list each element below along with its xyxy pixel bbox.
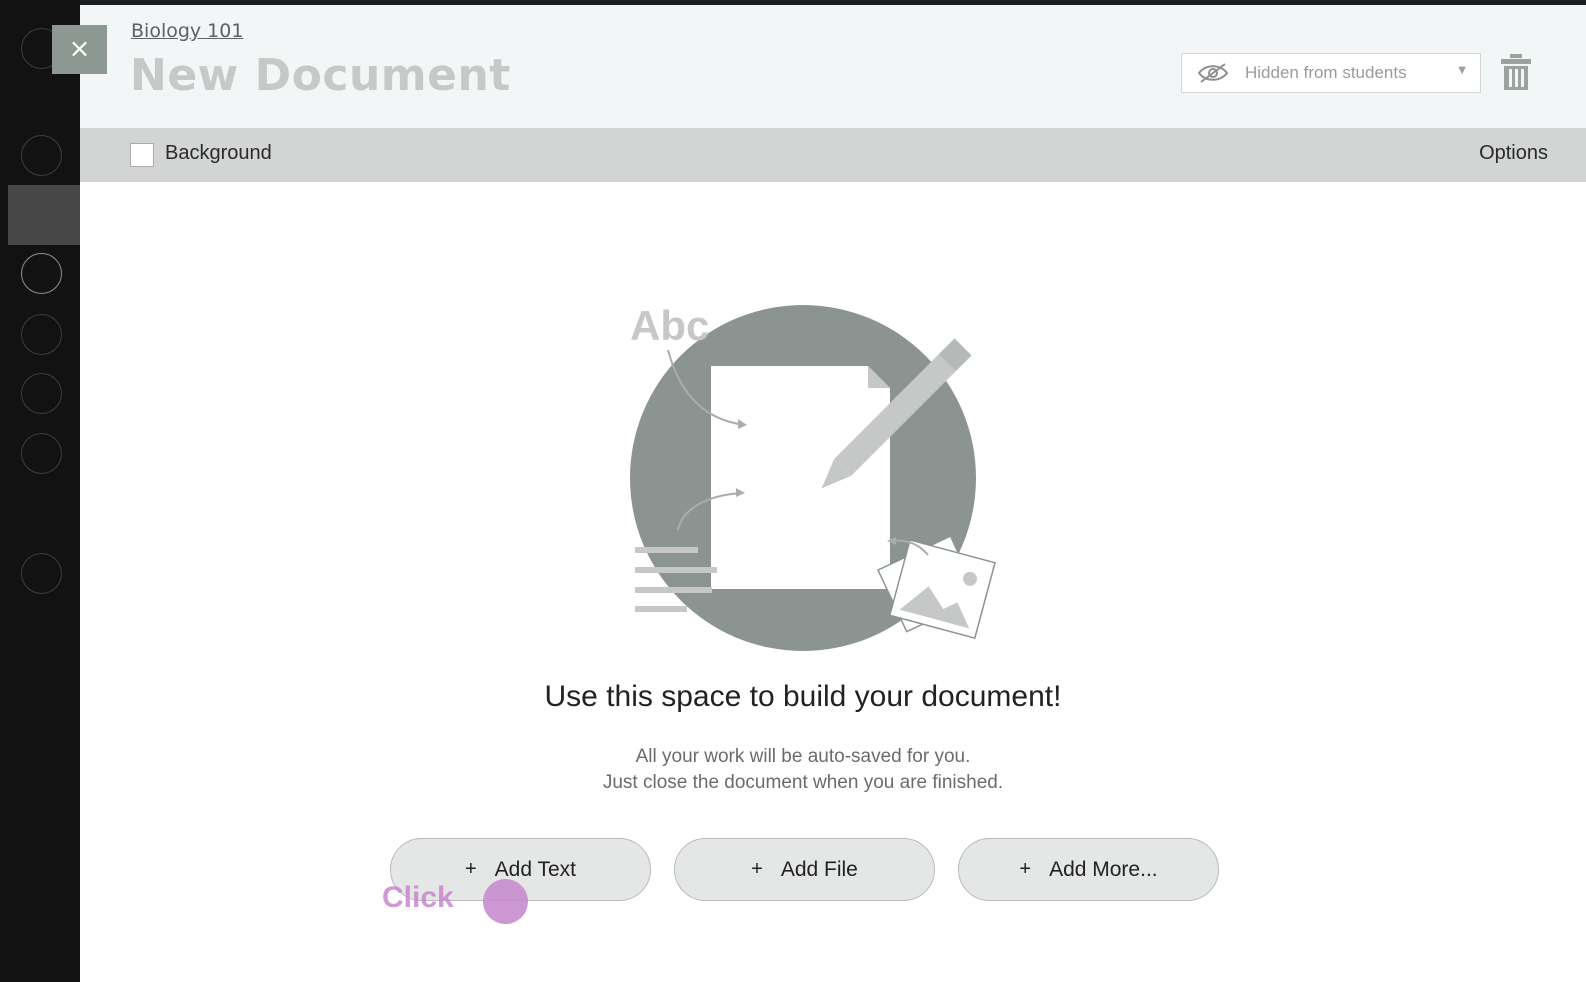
plus-icon: +	[751, 858, 763, 880]
document-toolbar: Background Options	[80, 128, 1586, 182]
trash-icon[interactable]	[1500, 53, 1532, 91]
document-panel: Biology 101 New Document Hidden from stu…	[80, 5, 1586, 982]
add-file-button[interactable]: + Add File	[674, 838, 935, 901]
sidebar-item[interactable]	[21, 553, 62, 594]
sidebar-item[interactable]	[21, 314, 62, 355]
abc-text: Abc	[630, 302, 709, 349]
visibility-label: Hidden from students	[1245, 63, 1407, 82]
sidebar-item[interactable]	[21, 253, 62, 294]
add-more-button[interactable]: + Add More...	[958, 838, 1219, 901]
add-more-label: Add More...	[1049, 857, 1158, 881]
sidebar-item[interactable]	[21, 373, 62, 414]
options-button[interactable]: Options	[1479, 142, 1548, 165]
add-file-label: Add File	[780, 857, 858, 881]
sidebar-item-selected[interactable]	[8, 185, 80, 245]
empty-state-line-1: All your work will be auto-saved for you…	[635, 746, 971, 767]
empty-state-heading: Use this space to build your document!	[544, 680, 1062, 713]
click-indicator	[483, 879, 528, 924]
document-header: Biology 101 New Document Hidden from stu…	[80, 5, 1586, 128]
background-checkbox[interactable]	[130, 143, 154, 167]
plus-icon: +	[464, 858, 477, 880]
close-button[interactable]: ×	[52, 25, 107, 74]
close-icon: ×	[68, 34, 91, 64]
chevron-down-icon: ▼	[1458, 65, 1466, 76]
sidebar	[0, 0, 80, 982]
add-text-label: Add Text	[494, 857, 577, 881]
background-label: Background	[165, 142, 272, 164]
sidebar-item[interactable]	[21, 135, 62, 176]
eye-slash-icon	[1197, 63, 1229, 83]
document-title[interactable]: New Document	[130, 50, 511, 101]
plus-icon: +	[1019, 858, 1032, 880]
empty-state-line-2: Just close the document when you are fin…	[602, 772, 1004, 793]
click-hint-label: Click	[382, 881, 454, 914]
sidebar-item[interactable]	[21, 433, 62, 474]
visibility-dropdown[interactable]: Hidden from students ▼	[1181, 53, 1481, 93]
breadcrumb-course-link[interactable]: Biology 101	[131, 20, 243, 42]
empty-document-illustration: Abc	[630, 302, 996, 651]
